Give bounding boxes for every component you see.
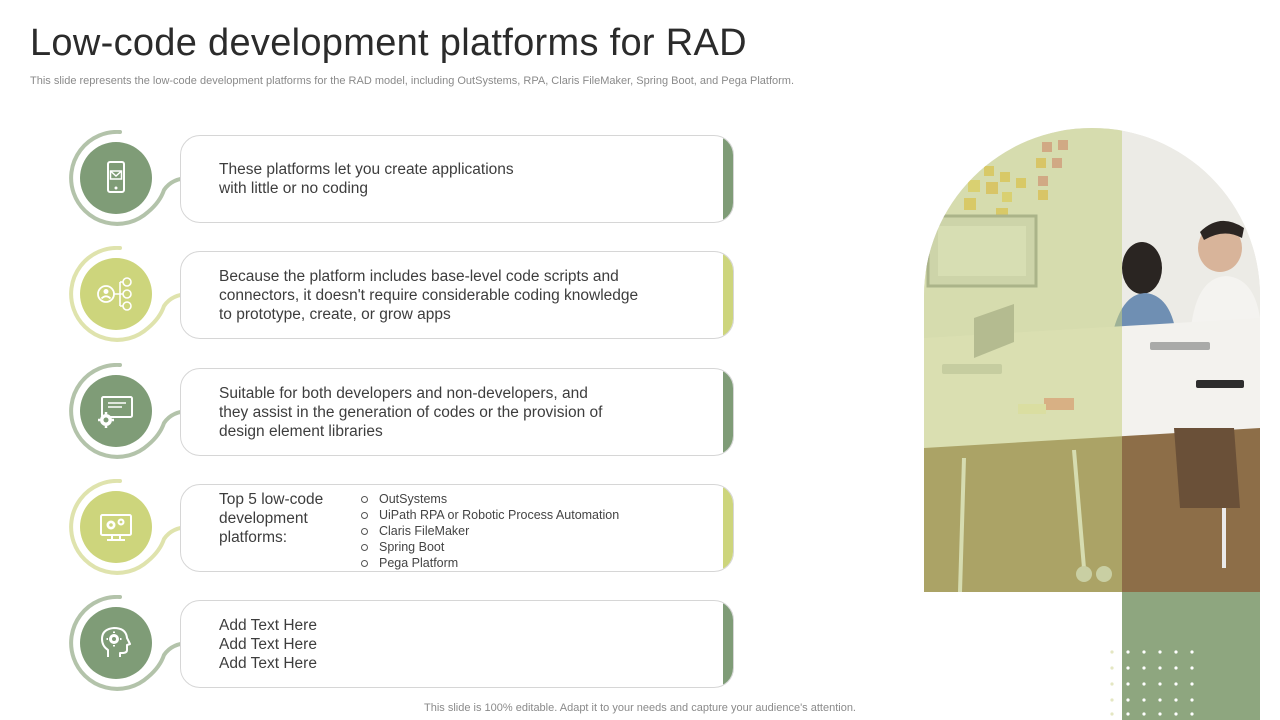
list-item: UiPath RPA or Robotic Process Automation [359,507,619,523]
list-item: Spring Boot [359,539,619,555]
monitor-gear-icon [80,375,152,447]
footer-note: This slide is 100% editable. Adapt it to… [424,702,856,714]
platform-list: OutSystems UiPath RPA or Robotic Process… [359,491,619,571]
list-item: Suitable for both developers and non-dev… [0,363,760,463]
card-text: Suitable for both developers and non-dev… [219,384,603,440]
list-item: Pega Platform [359,555,619,571]
info-card: Top 5 low-code development platforms: Ou… [180,484,734,572]
list-item: OutSystems [359,491,619,507]
info-card: Add Text Here Add Text Here Add Text Her… [180,600,734,688]
card-text: These platforms let you create applicati… [219,161,514,197]
card-text: Because the platform includes base-level… [219,267,639,323]
monitor-gears-icon [80,491,152,563]
user-network-icon [80,258,152,330]
list-item: These platforms let you create applicati… [0,130,760,230]
card-text: Add Text Here Add Text Here Add Text Her… [219,616,317,672]
info-card: Suitable for both developers and non-dev… [180,368,734,456]
office-meeting-photo [924,128,1260,592]
info-card: These platforms let you create applicati… [180,135,734,223]
list-item: Add Text Here Add Text Here Add Text Her… [0,595,760,695]
list-item: Because the platform includes base-level… [0,246,760,346]
list-item: Claris FileMaker [359,523,619,539]
list-item: Top 5 low-code development platforms: Ou… [0,479,760,579]
page-title: Low-code development platforms for RAD [30,22,747,64]
head-gear-icon [80,607,152,679]
info-card: Because the platform includes base-level… [180,251,734,339]
mobile-mail-icon [80,142,152,214]
page-subtitle: This slide represents the low-code devel… [30,75,795,87]
card-heading: Top 5 low-code development platforms: [219,491,324,546]
